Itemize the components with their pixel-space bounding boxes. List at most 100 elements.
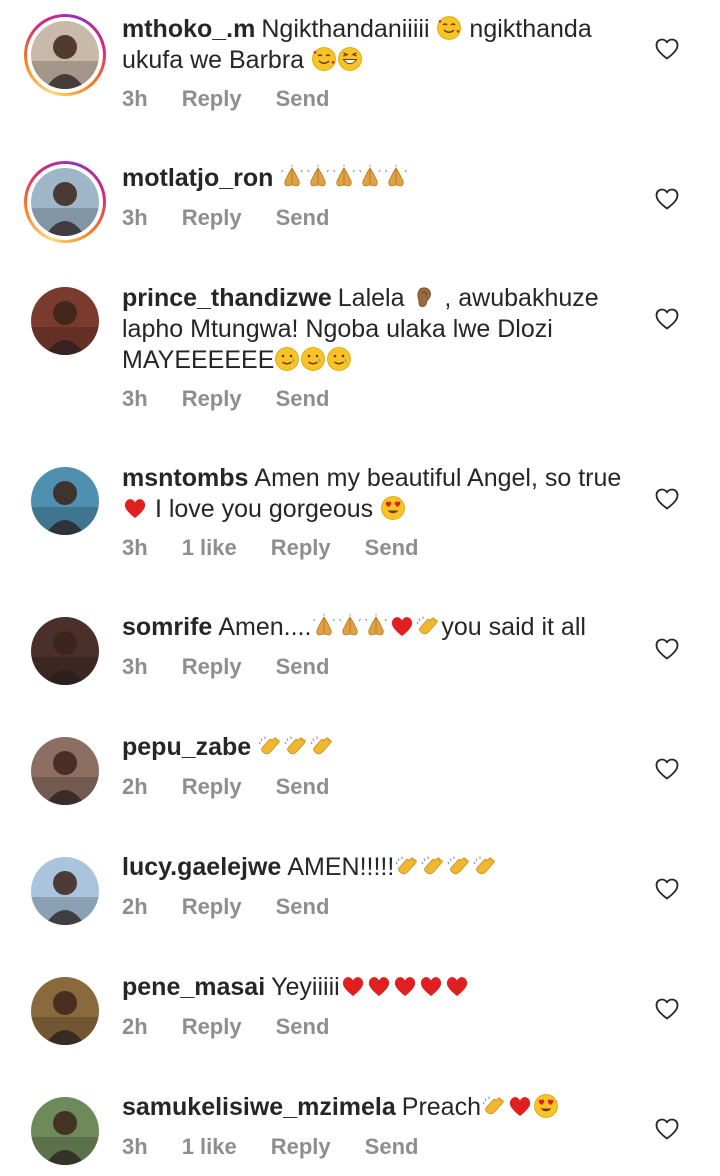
comment-text: pepu_zabe bbox=[122, 732, 627, 763]
avatar[interactable] bbox=[24, 460, 106, 542]
avatar[interactable] bbox=[24, 730, 106, 812]
username-link[interactable]: prince_thandizwe bbox=[122, 284, 332, 312]
send-button[interactable]: Send bbox=[276, 774, 330, 800]
like-heart-icon[interactable] bbox=[655, 998, 679, 1020]
comment-text: lucy.gaelejwe AMEN!!!!! bbox=[122, 852, 627, 883]
clap-icon bbox=[257, 733, 283, 761]
like-heart-icon[interactable] bbox=[655, 1118, 679, 1140]
comment-text: motlatjo_ron bbox=[122, 163, 627, 194]
likes-count[interactable]: 1 like bbox=[182, 1134, 237, 1160]
reply-button[interactable]: Reply bbox=[182, 654, 242, 680]
tear-smile-icon bbox=[274, 346, 300, 374]
reply-button[interactable]: Reply bbox=[182, 774, 242, 800]
clap-icon bbox=[394, 853, 420, 881]
comment-body: Ngikthandaniiiii bbox=[261, 15, 437, 43]
reply-button[interactable]: Reply bbox=[271, 535, 331, 561]
heart-eyes-icon bbox=[533, 1093, 559, 1121]
clap-icon bbox=[420, 853, 446, 881]
username-link[interactable]: motlatjo_ron bbox=[122, 164, 273, 192]
grin-icon bbox=[337, 46, 363, 74]
comment-meta: 2h Reply Send bbox=[122, 1014, 363, 1040]
clap-icon bbox=[415, 613, 441, 641]
comment-body: Lalela bbox=[337, 284, 412, 312]
comment-meta: 3h Reply Send bbox=[122, 386, 363, 412]
username-link[interactable]: somrife bbox=[122, 613, 212, 641]
reply-button[interactable]: Reply bbox=[182, 205, 242, 231]
reply-button[interactable]: Reply bbox=[271, 1134, 331, 1160]
send-button[interactable]: Send bbox=[276, 894, 330, 920]
send-button[interactable]: Send bbox=[276, 386, 330, 412]
send-button[interactable]: Send bbox=[276, 205, 330, 231]
comment-meta: 2h Reply Send bbox=[122, 774, 363, 800]
comment-meta: 3h Reply Send bbox=[122, 86, 363, 112]
clap-icon bbox=[446, 853, 472, 881]
username-link[interactable]: pene_masai bbox=[122, 973, 265, 1001]
comment-text: prince_thandizwe Lalela , awubakhuze laph… bbox=[122, 283, 627, 376]
username-link[interactable]: msntombs bbox=[122, 464, 248, 492]
like-heart-icon[interactable] bbox=[655, 308, 679, 330]
clap-icon bbox=[481, 1093, 507, 1121]
reply-button[interactable]: Reply bbox=[182, 1014, 242, 1040]
comment-text: somrife Amen.... you said it all bbox=[122, 612, 627, 643]
avatar[interactable] bbox=[24, 280, 106, 362]
username-link[interactable]: pepu_zabe bbox=[122, 733, 251, 761]
comment-text: samukelisiwe_mzimela Preach bbox=[122, 1092, 627, 1123]
avatar[interactable] bbox=[24, 850, 106, 932]
avatar[interactable] bbox=[24, 161, 106, 243]
likes-count[interactable]: 1 like bbox=[182, 535, 237, 561]
heart-icon bbox=[392, 973, 418, 1001]
like-heart-icon[interactable] bbox=[655, 38, 679, 60]
pray-icon bbox=[363, 613, 389, 641]
timestamp: 3h bbox=[122, 535, 148, 560]
heart-icon bbox=[507, 1093, 533, 1121]
timestamp: 2h bbox=[122, 774, 148, 799]
timestamp: 3h bbox=[122, 86, 148, 111]
like-heart-icon[interactable] bbox=[655, 638, 679, 660]
timestamp: 2h bbox=[122, 894, 148, 919]
like-heart-icon[interactable] bbox=[655, 488, 679, 510]
ear-icon bbox=[411, 284, 437, 312]
send-button[interactable]: Send bbox=[365, 535, 419, 561]
tear-smile-icon bbox=[326, 346, 352, 374]
like-heart-icon[interactable] bbox=[655, 188, 679, 210]
send-button[interactable]: Send bbox=[276, 86, 330, 112]
send-button[interactable]: Send bbox=[276, 654, 330, 680]
comment-text: mthoko_.m Ngikthandaniiiii ngikthanda uku… bbox=[122, 14, 627, 76]
send-button[interactable]: Send bbox=[365, 1134, 419, 1160]
heart-icon bbox=[340, 973, 366, 1001]
send-button[interactable]: Send bbox=[276, 1014, 330, 1040]
avatar[interactable] bbox=[24, 970, 106, 1052]
comment-meta: 3h Reply Send bbox=[122, 654, 363, 680]
timestamp: 3h bbox=[122, 205, 148, 230]
clap-icon bbox=[283, 733, 309, 761]
avatar[interactable] bbox=[24, 610, 106, 692]
comment-meta: 3h Reply Send bbox=[122, 205, 363, 231]
avatar[interactable] bbox=[24, 14, 106, 96]
username-link[interactable]: lucy.gaelejwe bbox=[122, 853, 281, 881]
reply-button[interactable]: Reply bbox=[182, 386, 242, 412]
avatar[interactable] bbox=[24, 1090, 106, 1172]
pray-icon bbox=[383, 164, 409, 192]
tear-smile-icon bbox=[300, 346, 326, 374]
timestamp: 3h bbox=[122, 1134, 148, 1159]
pray-icon bbox=[305, 164, 331, 192]
heart-icon bbox=[444, 973, 470, 1001]
reply-button[interactable]: Reply bbox=[182, 86, 242, 112]
like-heart-icon[interactable] bbox=[655, 758, 679, 780]
reply-button[interactable]: Reply bbox=[182, 894, 242, 920]
pray-icon bbox=[311, 613, 337, 641]
comment-body: Amen my beautiful Angel, so true bbox=[254, 464, 622, 492]
like-heart-icon[interactable] bbox=[655, 878, 679, 900]
username-link[interactable]: samukelisiwe_mzimela bbox=[122, 1093, 396, 1121]
heart-icon bbox=[418, 973, 444, 1001]
comment-body: Yeyiiiii bbox=[271, 973, 340, 1001]
smile-hearts-icon bbox=[436, 15, 462, 43]
comment-text: pene_masai Yeyiiiii bbox=[122, 972, 627, 1003]
pray-icon bbox=[279, 164, 305, 192]
comment-meta: 3h 1 like Reply Send bbox=[122, 1134, 452, 1160]
heart-icon bbox=[122, 495, 148, 523]
username-link[interactable]: mthoko_.m bbox=[122, 15, 255, 43]
timestamp: 3h bbox=[122, 386, 148, 411]
comment-meta: 3h 1 like Reply Send bbox=[122, 535, 452, 561]
comment-body: Preach bbox=[401, 1093, 481, 1121]
